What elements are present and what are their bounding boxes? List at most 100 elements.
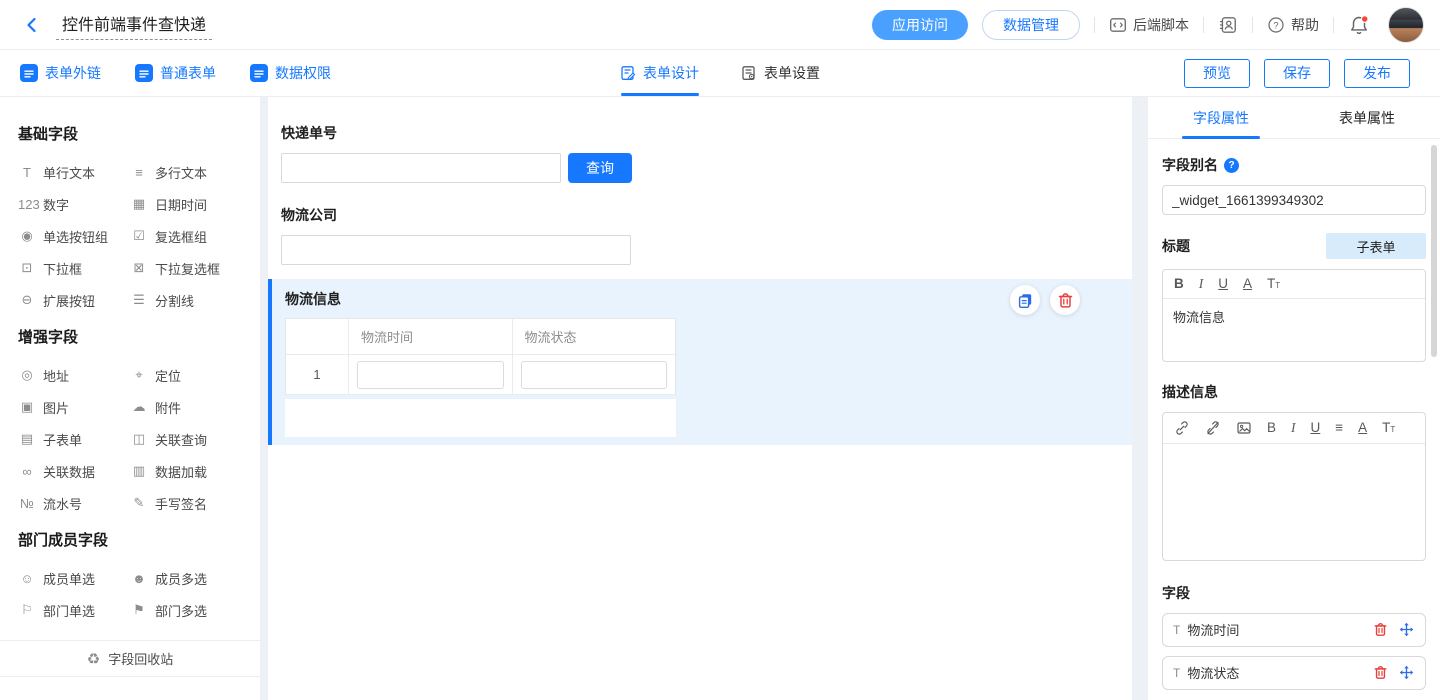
toolbar-icon[interactable]: T <box>1267 277 1280 291</box>
palette-item[interactable]: ☻ 成员多选 <box>130 562 242 594</box>
panel-scrollbar[interactable] <box>1431 145 1437 357</box>
widget-type-tag[interactable]: 子表单 <box>1326 233 1426 259</box>
toolbar-icon[interactable]: U <box>1218 277 1228 291</box>
palette-item[interactable]: ∞ 关联数据 <box>18 455 130 487</box>
subform-cell-input-time[interactable] <box>357 361 504 389</box>
palette-item[interactable]: ⚑ 部门多选 <box>130 594 242 626</box>
action-button[interactable]: 预览 <box>1184 59 1250 88</box>
topbar: 控件前端事件查快递 应用访问 数据管理 后端脚本 ? 帮助 <box>0 0 1440 50</box>
subfield-item[interactable]: T 物流时间 <box>1162 613 1426 647</box>
bell-icon[interactable] <box>1348 14 1370 36</box>
backend-script-button[interactable]: 后端脚本 <box>1109 15 1189 35</box>
palette-item-label: 分割线 <box>155 291 194 310</box>
unlink-icon[interactable] <box>1205 420 1221 436</box>
palette-item-label: 子表单 <box>43 430 82 449</box>
palette-item[interactable]: ⊡ 下拉框 <box>18 252 130 284</box>
tab-form-design[interactable]: 表单设计 <box>620 50 699 96</box>
palette-grid: ◎ 地址 ⌖ 定位 ▣ 图片 ☁ 附件 <box>18 359 242 519</box>
backend-script-label: 后端脚本 <box>1133 15 1189 35</box>
toolbar-icon[interactable]: I <box>1199 277 1204 291</box>
toolbar-icon[interactable]: ≡ <box>1335 421 1343 435</box>
divider <box>1203 17 1204 33</box>
move-field-icon[interactable] <box>1399 665 1415 681</box>
palette-item[interactable]: ☺ 成员单选 <box>18 562 130 594</box>
subfield-item[interactable]: T 物流状态 <box>1162 656 1426 690</box>
action-button[interactable]: 保存 <box>1264 59 1330 88</box>
palette-item-icon: ⊡ <box>18 260 36 276</box>
toolbar-icon[interactable]: B <box>1174 277 1184 291</box>
form-title[interactable]: 控件前端事件查快递 <box>56 9 212 40</box>
subform-widget-selected[interactable]: 物流信息 物流时间 物流状态 1 <box>268 279 1132 445</box>
palette-item-icon: ◎ <box>18 367 36 383</box>
palette-item[interactable]: ⚐ 部门单选 <box>18 594 130 626</box>
toolbar-icon[interactable]: T <box>1382 421 1395 435</box>
move-field-icon[interactable] <box>1399 622 1415 638</box>
palette-item[interactable]: ▤ 子表单 <box>18 423 130 455</box>
palette-item[interactable]: T 单行文本 <box>18 156 130 188</box>
fields-label: 字段 <box>1162 583 1426 603</box>
subform-column-header: 物流状态 <box>513 319 676 355</box>
palette-item[interactable]: ◫ 关联查询 <box>130 423 242 455</box>
palette-item[interactable]: ☁ 附件 <box>130 391 242 423</box>
palette-item[interactable]: ☰ 分割线 <box>130 284 242 316</box>
alias-help-icon[interactable]: ? <box>1224 158 1239 173</box>
toolbar-icon[interactable]: A <box>1358 421 1367 435</box>
tab-form-settings[interactable]: 表单设置 <box>741 50 820 96</box>
copy-icon[interactable] <box>1010 285 1040 315</box>
field-recycle-bin[interactable]: ♻ 字段回收站 <box>0 641 260 677</box>
action-button[interactable]: 发布 <box>1344 59 1410 88</box>
palette-item[interactable]: № 流水号 <box>18 487 130 519</box>
palette-item[interactable]: ◉ 单选按钮组 <box>18 220 130 252</box>
palette-item-label: 附件 <box>155 398 181 417</box>
palette-item[interactable]: ☑ 复选框组 <box>130 220 242 252</box>
link-icon[interactable] <box>1174 420 1190 436</box>
palette-item[interactable]: ▣ 图片 <box>18 391 130 423</box>
avatar[interactable] <box>1388 7 1424 43</box>
back-icon[interactable] <box>20 13 44 37</box>
toolbar-icon[interactable]: U <box>1311 421 1321 435</box>
toolbar-icon[interactable]: A <box>1243 277 1252 291</box>
palette-item[interactable]: ◎ 地址 <box>18 359 130 391</box>
logistics-company-input[interactable] <box>281 235 631 265</box>
app-access-button[interactable]: 应用访问 <box>872 10 968 40</box>
tab-form-properties[interactable]: 表单属性 <box>1294 97 1440 138</box>
alias-input[interactable] <box>1162 185 1426 215</box>
query-button[interactable]: 查询 <box>568 153 632 183</box>
palette-item[interactable]: 123 数字 <box>18 188 130 220</box>
palette-item-icon: ≡ <box>130 165 148 180</box>
palette-item[interactable]: ✎ 手写签名 <box>130 487 242 519</box>
toolbar-link[interactable]: 表单外链 <box>20 63 101 83</box>
recycle-icon: ♻ <box>87 650 100 668</box>
express-no-input[interactable] <box>281 153 561 183</box>
desc-editor-content[interactable] <box>1163 444 1425 560</box>
data-manage-button[interactable]: 数据管理 <box>982 10 1080 40</box>
delete-field-icon[interactable] <box>1373 665 1389 681</box>
tab-field-properties[interactable]: 字段属性 <box>1148 97 1294 138</box>
palette-item[interactable]: ⊠ 下拉复选框 <box>130 252 242 284</box>
palette-item[interactable]: ▥ 数据加载 <box>130 455 242 487</box>
contacts-icon[interactable] <box>1218 15 1238 35</box>
palette-item[interactable]: ≡ 多行文本 <box>130 156 242 188</box>
delete-icon[interactable] <box>1050 285 1080 315</box>
toolbar-link-label: 表单外链 <box>45 63 101 83</box>
text-field-icon: T <box>1173 666 1180 680</box>
palette-item-label: 部门多选 <box>155 601 207 620</box>
palette-item[interactable]: ▦ 日期时间 <box>130 188 242 220</box>
toolbar-link[interactable]: 数据权限 <box>250 63 331 83</box>
palette-item[interactable]: ⊖ 扩展按钮 <box>18 284 130 316</box>
toolbar-icon[interactable]: I <box>1291 421 1296 435</box>
palette-item[interactable]: ⌖ 定位 <box>130 359 242 391</box>
image-icon[interactable] <box>1236 420 1252 436</box>
divider <box>1252 17 1253 33</box>
delete-field-icon[interactable] <box>1373 622 1389 638</box>
toolbar-link[interactable]: 普通表单 <box>135 63 216 83</box>
title-editor: B IU A T 物流信息 <box>1162 269 1426 362</box>
toolbar-actions: 预览 保存 发布 <box>1184 59 1410 88</box>
desc-editor-toolbar: B I U ≡ A T <box>1163 413 1425 444</box>
desc-editor: B I U ≡ A T <box>1162 412 1426 561</box>
subform-cell-input-status[interactable] <box>521 361 668 389</box>
title-editor-content[interactable]: 物流信息 <box>1163 299 1425 361</box>
toolbar-icon[interactable]: B <box>1267 421 1276 435</box>
question-icon: ? <box>1267 16 1285 34</box>
help-button[interactable]: ? 帮助 <box>1267 15 1319 35</box>
